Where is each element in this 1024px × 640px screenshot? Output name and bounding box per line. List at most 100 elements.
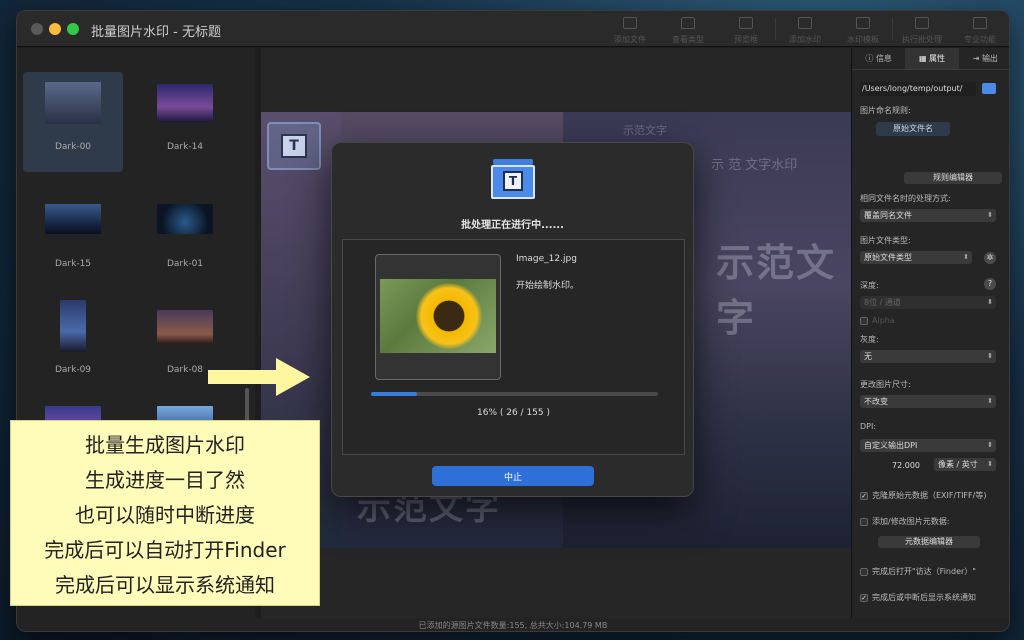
thumbnail-dark-15[interactable]: Dark-15	[23, 178, 123, 278]
current-image-preview	[375, 254, 501, 380]
tab-label: 信息	[875, 54, 892, 63]
minimize-window-button[interactable]	[49, 23, 61, 35]
thumbnail-image	[157, 204, 213, 234]
preview-icon	[739, 17, 753, 29]
list-icon	[681, 17, 695, 29]
pro-features-button[interactable]: 专业功能	[951, 11, 1009, 47]
folder-icon[interactable]	[982, 83, 996, 94]
notify-checkbox[interactable]: ✓ 完成后或中断后显示系统通知	[860, 592, 976, 603]
dpi-number-field[interactable]: 72.000	[892, 461, 920, 470]
file-type-select[interactable]: 原始文件类型 ⬍	[860, 251, 972, 264]
add-files-icon	[623, 17, 637, 29]
chevron-updown-icon: ⬍	[987, 352, 993, 360]
select-value: 原始文件类型	[864, 253, 912, 262]
thumbnail-label: Dark-09	[54, 365, 92, 375]
arrow-annotation-head	[276, 358, 310, 396]
thumbnail-label: Dark-15	[54, 259, 92, 269]
metadata-editor-button[interactable]: 元数据编辑器	[878, 536, 980, 548]
window-title: 批量图片水印 - 无标题	[91, 25, 221, 40]
preview-button[interactable]: 预览框	[717, 11, 775, 47]
app-icon-letter: T	[503, 171, 523, 191]
select-value: 覆盖同名文件	[864, 211, 912, 220]
callout-line: 生成进度一目了然	[85, 468, 245, 492]
open-finder-checkbox[interactable]: 完成后打开"访达（Finder）"	[860, 566, 976, 577]
thumbnail-dark-00[interactable]: Dark-00	[23, 72, 123, 172]
gray-label: 灰度:	[860, 335, 879, 344]
gear-icon[interactable]: ✲	[984, 252, 996, 264]
output-path-field[interactable]: /Users/long/temp/output/	[860, 82, 976, 96]
gray-select[interactable]: 无 ⬍	[860, 350, 996, 363]
help-icon[interactable]: ?	[984, 278, 996, 290]
thumbnail-dark-09[interactable]: Dark-09	[23, 284, 123, 384]
edit-metadata-checkbox[interactable]: 添加/修改图片元数据:	[860, 516, 949, 527]
callout-line: 也可以随时中断进度	[75, 503, 255, 527]
dpi-unit-select[interactable]: 像素 / 英寸 ⬍	[934, 458, 996, 471]
chevron-updown-icon: ⬍	[987, 397, 993, 405]
same-name-select[interactable]: 覆盖同名文件 ⬍	[860, 209, 996, 222]
rule-editor-button[interactable]: 规则编辑器	[904, 172, 1002, 184]
toolbar-label: 水印模板	[847, 35, 879, 44]
current-filename: Image_12.jpg	[516, 254, 577, 264]
checkbox-label: 添加/修改图片元数据:	[872, 517, 950, 526]
status-bar: 已添加的源图片文件数量:155, 总共大小:104.79 MB	[17, 618, 1009, 631]
titlebar: 批量图片水印 - 无标题 添加文件 查看类型 预览框 添加水印 水印模板 执行批…	[17, 11, 1009, 47]
add-files-button[interactable]: 添加文件	[601, 11, 659, 47]
chevron-updown-icon: ⬍	[987, 460, 993, 468]
current-status: 开始绘制水印。	[516, 281, 580, 291]
callout-line: 完成后可以显示系统通知	[55, 573, 275, 597]
watermark-template-button[interactable]: 水印模板	[834, 11, 892, 47]
feature-callout: 批量生成图片水印 生成进度一目了然 也可以随时中断进度 完成后可以自动打开Fin…	[10, 420, 320, 606]
toolbar-label: 专业功能	[964, 35, 996, 44]
resize-label: 更改图片尺寸:	[860, 380, 911, 389]
batch-progress-dialog: T 批处理正在进行中...... Image_12.jpg 开始绘制水印。 16…	[331, 142, 694, 497]
tab-properties[interactable]: ▦ 属性	[905, 48, 959, 69]
add-watermark-button[interactable]: 添加水印	[776, 11, 834, 47]
thumbnail-dark-01[interactable]: Dark-01	[135, 178, 235, 278]
inspector-panel: ⓘ 信息 ▦ 属性 ⇥ 输出 /Users/long/temp/output/ …	[851, 48, 1009, 618]
chevron-updown-icon: ⬍	[987, 211, 993, 219]
sunflower-icon	[416, 283, 482, 349]
clone-metadata-checkbox[interactable]: ✓ 克隆原始元数据（EXIF/TIFF/等)	[860, 490, 986, 501]
tab-output[interactable]: ⇥ 输出	[959, 48, 1009, 69]
dpi-select[interactable]: 自定义输出DPI ⬍	[860, 439, 996, 452]
dpi-label: DPI:	[860, 422, 877, 431]
tab-info[interactable]: ⓘ 信息	[852, 48, 905, 69]
toolbar-label: 查看类型	[672, 35, 704, 44]
toolbar-label: 添加文件	[614, 35, 646, 44]
run-batch-button[interactable]: 执行批处理	[893, 11, 951, 47]
select-value: 无	[864, 352, 872, 361]
stop-button[interactable]: 中止	[432, 466, 594, 486]
plus-icon	[798, 17, 812, 29]
file-type-label: 图片文件类型:	[860, 236, 911, 245]
select-value: 不改变	[864, 397, 888, 406]
dialog-title: 批处理正在进行中......	[461, 220, 564, 231]
select-value: 像素 / 英寸	[938, 460, 978, 469]
close-window-button[interactable]	[31, 23, 43, 35]
naming-rule-label: 图片命名规则:	[860, 106, 911, 115]
thumbnail-label: Dark-00	[54, 142, 92, 152]
view-type-button[interactable]: 查看类型	[659, 11, 717, 47]
progress-bar	[371, 392, 658, 396]
progress-text: 16% ( 26 / 155 )	[477, 408, 550, 418]
alpha-checkbox[interactable]: Alpha	[860, 316, 895, 325]
toolbar-label: 预览框	[734, 35, 758, 44]
tab-label: 属性	[929, 54, 946, 63]
resize-select[interactable]: 不改变 ⬍	[860, 395, 996, 408]
same-name-label: 相同文件名时的处理方式:	[860, 194, 951, 203]
thumbnail-dark-08[interactable]: Dark-08	[135, 284, 235, 384]
inspector-tabs: ⓘ 信息 ▦ 属性 ⇥ 输出	[852, 48, 1009, 70]
depth-label: 深度:	[860, 281, 879, 290]
watermark-text: 示范文字	[623, 124, 667, 137]
select-value: 8位 / 通道	[864, 298, 901, 307]
checkbox-box	[860, 517, 868, 526]
chevron-updown-icon: ⬍	[987, 298, 993, 306]
checkbox-box: ✓	[860, 593, 868, 602]
thumbnail-dark-14[interactable]: Dark-14	[135, 72, 235, 172]
toolbar-label: 添加水印	[789, 35, 821, 44]
depth-select[interactable]: 8位 / 通道 ⬍	[860, 296, 996, 309]
naming-rule-tag[interactable]: 原始文件名	[876, 122, 950, 136]
callout-line: 完成后可以自动打开Finder	[44, 538, 286, 562]
watermark-logo: T	[267, 122, 321, 170]
zoom-window-button[interactable]	[67, 23, 79, 35]
checkbox-label: 完成后或中断后显示系统通知	[872, 593, 976, 602]
